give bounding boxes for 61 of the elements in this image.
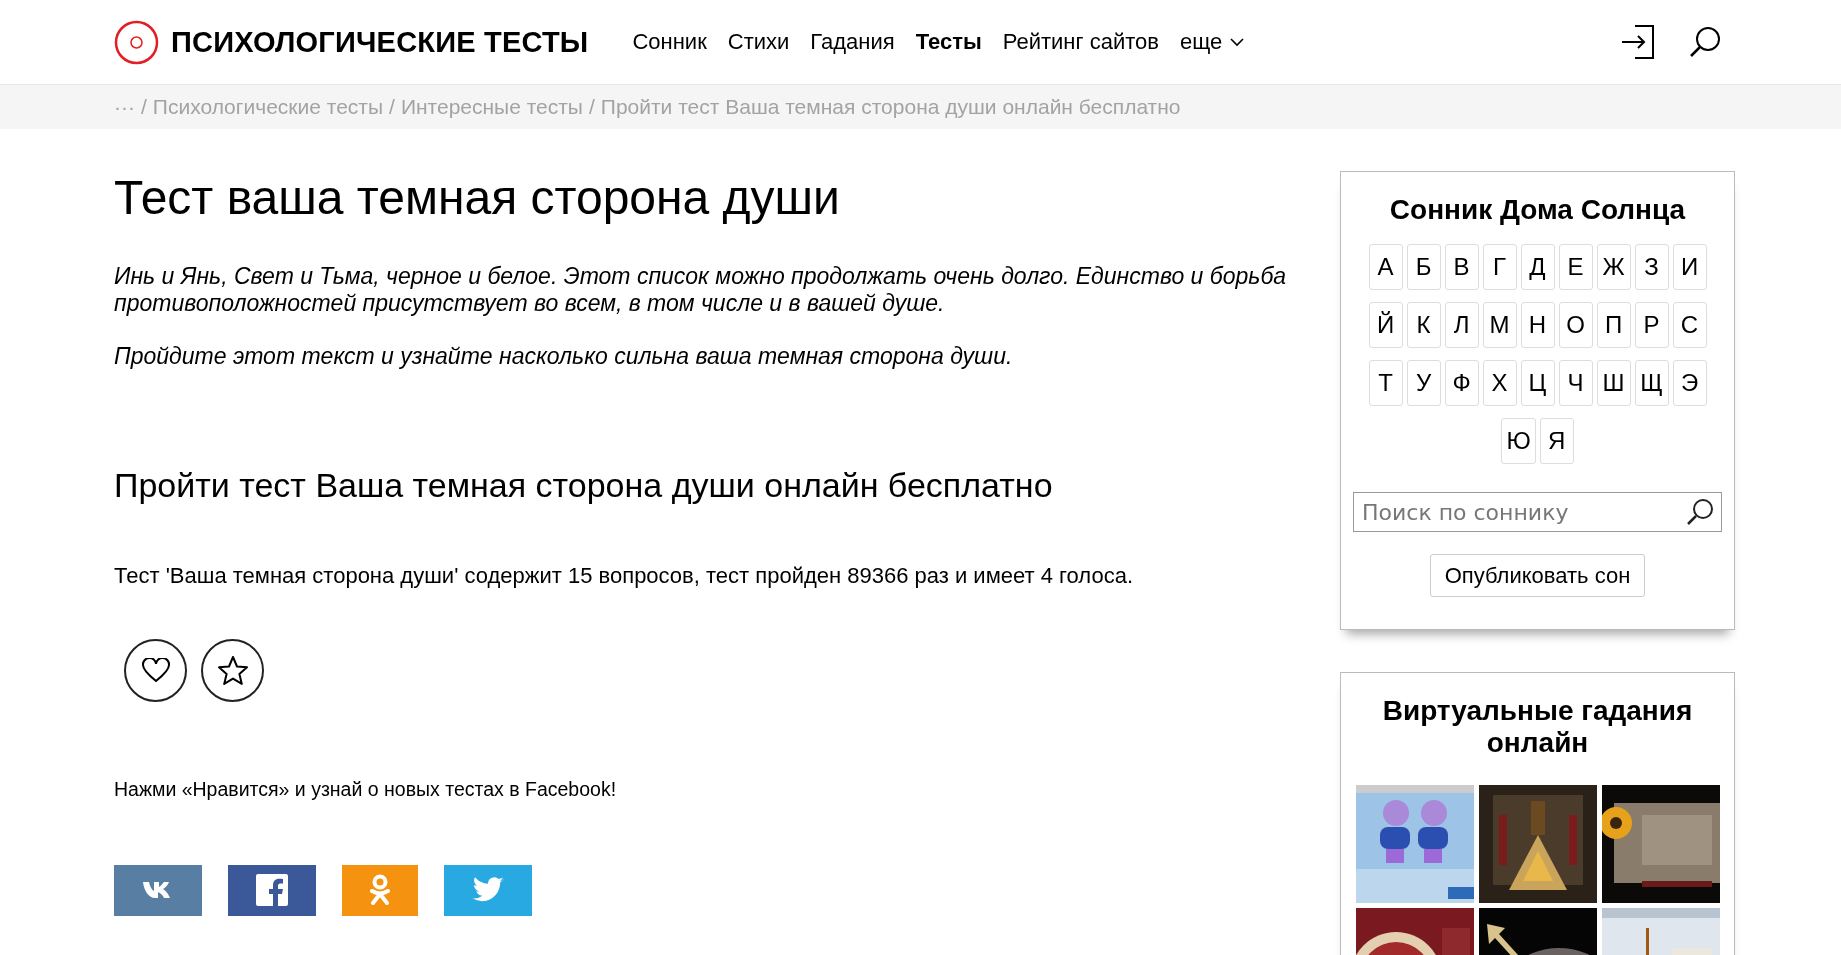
letter-link[interactable]: Ц [1520,360,1555,406]
card-title: Сонник Дома Солнца [1389,194,1686,226]
letter-link[interactable]: Р [1634,302,1669,348]
letter-link[interactable]: О [1558,302,1593,348]
odnoklassniki-icon [370,874,390,907]
letter-link[interactable]: Л [1444,302,1479,348]
letter-link[interactable]: Э [1672,360,1707,406]
test-info: Тест 'Ваша темная сторона души' содержит 15 вопросов, тест пройден 89366 раз и имеет 4 голоса. [114,562,1134,589]
letter-link[interactable]: Я [1539,418,1574,464]
letter-link[interactable]: Ч [1558,360,1593,406]
facebook-note: Нажми «Нравится» и узнай о новых тестах в Facebook! [114,777,618,801]
letter-link[interactable]: Ж [1596,244,1631,290]
bird-icon [472,877,504,904]
letter-link[interactable]: Т [1368,360,1403,406]
letter-link[interactable]: К [1406,302,1441,348]
intro-paragraph: Пройдите этот текст и узнайте насколько сильна ваша темная сторона души. [114,342,1014,370]
nav-link[interactable]: Стихи [727,29,790,55]
dream-search-field[interactable]: Поиск по соннику [1353,492,1722,532]
card-title: Виртуальные гадания онлайн [1381,695,1694,759]
letter-link[interactable]: Д [1520,244,1555,290]
letter-link[interactable]: А [1368,244,1403,290]
search-icon[interactable] [1686,498,1714,526]
letter-link[interactable]: Н [1520,302,1555,348]
letter-link[interactable]: З [1634,244,1669,290]
letter-link[interactable]: Г [1482,244,1517,290]
nav-link[interactable]: Тесты [915,29,982,55]
breadcrumb-separator: / [141,95,147,119]
share-button[interactable] [114,864,202,916]
nav-link[interactable]: Сонник [632,29,707,55]
letter-link[interactable]: П [1596,302,1631,348]
letter-link[interactable]: Б [1406,244,1441,290]
letter-link[interactable]: Й [1368,302,1403,348]
facebook-icon [256,874,288,907]
search-icon[interactable] [1689,26,1721,58]
heart-icon [141,657,170,683]
share-button[interactable] [228,864,316,916]
letter-link[interactable]: У [1406,360,1441,406]
letter-link[interactable]: Ш [1596,360,1631,406]
nav-link[interactable]: Рейтинг сайтов [1002,29,1159,55]
letter-link[interactable]: И [1672,244,1707,290]
logo-icon [114,19,159,65]
letter-link[interactable]: Щ [1634,360,1669,406]
publish-dream-button[interactable]: Опубликовать сон [1429,554,1646,597]
letter-link[interactable]: Х [1482,360,1517,406]
section-heading: Пройти тест Ваша темная сторона души онлайн бесплатно [114,465,1054,505]
star-icon [217,655,248,685]
more-menu[interactable]: еще [1179,29,1245,55]
letter-link[interactable]: С [1672,302,1707,348]
intro-paragraph: Инь и Янь, Свет и Тьма, черное и белое. Этот список можно продолжать очень долго. Единство и борьба противоположностей присутствует во всем, в том числе и в вашей душе. [114,262,1288,317]
login-icon[interactable] [1621,25,1655,59]
letter-link[interactable]: Е [1558,244,1593,290]
nav-link[interactable]: Гадания [810,29,895,55]
page-title: Тест ваша темная сторона души [114,170,841,226]
letter-link[interactable]: Ф [1444,360,1479,406]
letter-link[interactable]: Ю [1501,418,1536,464]
site-title: ПСИХОЛОГИЧЕСКИЕ ТЕСТЫ [171,25,589,59]
letter-link[interactable]: В [1444,244,1479,290]
letter-link[interactable]: М [1482,302,1517,348]
breadcrumb-separator: / [389,95,395,119]
chevron-icon [1230,37,1245,47]
breadcrumb-separator: / [588,95,595,119]
